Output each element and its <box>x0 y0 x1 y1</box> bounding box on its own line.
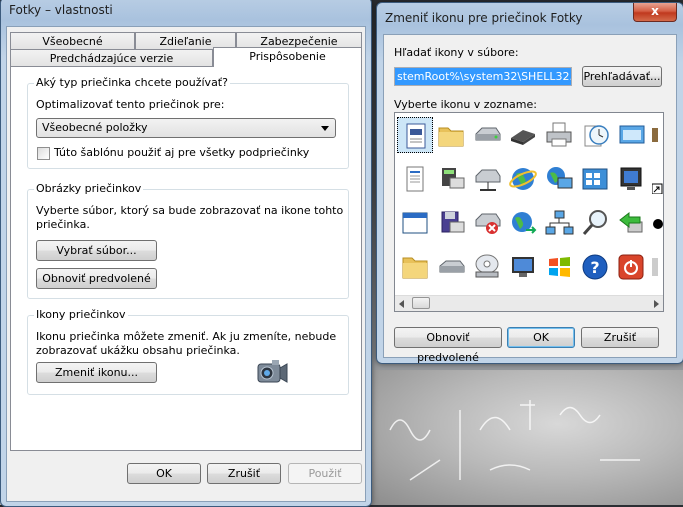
help-icon[interactable]: ? <box>577 249 613 285</box>
folder-icons-group: Ikony priečinkov Ikonu priečinka môžete … <box>27 308 349 395</box>
optimize-for-combo[interactable]: Všeobecné položky <box>36 118 336 138</box>
restore-default-icon-button[interactable]: Obnoviť predvolené <box>394 327 502 364</box>
clock-document-icon[interactable] <box>577 117 613 153</box>
search-icons-label: Hľadať ikony v súbore: <box>394 46 519 59</box>
globe-arrow-icon[interactable] <box>505 205 541 241</box>
drive-icon[interactable] <box>469 117 505 153</box>
close-button[interactable]: x <box>633 3 677 22</box>
printer-icon[interactable] <box>541 117 577 153</box>
properties-client-area: Všeobecné Zdieľanie Zabezpečenie Predchá… <box>6 26 366 502</box>
browse-button[interactable]: Prehľadávať... <box>582 66 662 87</box>
cancel-button[interactable]: Zrušiť <box>207 463 281 484</box>
desktop-wallpaper <box>370 370 683 505</box>
shortcut-arrow-icon[interactable] <box>649 161 663 197</box>
properties-titlebar[interactable]: Fotky – vlastnosti <box>1 0 371 22</box>
scroll-right-icon[interactable] <box>654 300 659 308</box>
memory-chip-icon[interactable] <box>505 117 541 153</box>
icon-list-scrollbar[interactable] <box>395 295 663 311</box>
change-icon-title: Zmeniť ikonu pre priečinok Fotky <box>385 11 583 25</box>
folder-pictures-group-title: Obrázky priečinkov <box>34 182 144 195</box>
floppy-icon[interactable] <box>433 205 469 241</box>
icon-cancel-button[interactable]: Zrušiť <box>581 327 659 348</box>
tab-predchadzajuce-verzie[interactable]: Predchádzajúce verzie <box>10 49 213 66</box>
blank-document-icon[interactable] <box>397 117 433 153</box>
tab-prispôsobenie[interactable]: Prispôsobenie <box>213 47 362 67</box>
folder-icons-group-title: Ikony priečinkov <box>34 308 128 321</box>
customize-tab-panel: Aký typ priečinka chcete používať? Optim… <box>10 66 362 451</box>
chevron-down-icon <box>321 126 329 131</box>
select-icon-label: Vyberte ikonu v zozname: <box>394 98 537 111</box>
tab-vseobecne[interactable]: Všeobecné <box>10 32 135 49</box>
network-drive-icon[interactable] <box>433 161 469 197</box>
folder-icon[interactable] <box>397 249 433 285</box>
folder-pictures-group: Obrázky priečinkov Vyberte súbor, ktorý … <box>27 182 349 299</box>
windows-logo-icon[interactable] <box>541 249 577 285</box>
network-icon[interactable] <box>541 205 577 241</box>
icon-file-path-value: stemRoot%\system32\SHELL32.dll <box>395 68 571 85</box>
folder-icon[interactable] <box>433 117 469 153</box>
choose-file-button[interactable]: Vybrať súbor... <box>36 240 157 261</box>
close-icon: x <box>651 4 659 18</box>
control-panel-icon[interactable] <box>577 161 613 197</box>
disk-error-icon[interactable] <box>469 205 505 241</box>
scroll-thumb[interactable] <box>412 297 430 309</box>
folder-pictures-desc-1: Vyberte súbor, ktorý sa bude zobrazovať … <box>36 204 344 217</box>
properties-window-title: Fotky – vlastnosti <box>9 3 113 17</box>
optimize-for-value: Všeobecné položky <box>42 121 148 134</box>
text-document-icon[interactable] <box>397 161 433 197</box>
icon-list[interactable]: ? <box>394 112 664 312</box>
folder-pictures-desc-2: priečinka. <box>36 218 90 231</box>
change-icon-dialog: Zmeniť ikonu pre priečinok Fotky x Hľada… <box>376 2 683 364</box>
partial-icon[interactable] <box>649 117 663 153</box>
change-icon-button[interactable]: Zmeniť ikonu... <box>36 362 157 383</box>
folder-icons-desc-1: Ikonu priečinka môžete zmeniť. Ak ju zme… <box>36 330 337 343</box>
display-icon[interactable] <box>613 161 649 197</box>
svg-text:?: ? <box>590 258 599 277</box>
apply-subfolders-checkbox[interactable] <box>37 147 50 160</box>
icon-ok-button[interactable]: OK <box>507 327 575 348</box>
globe-computer-icon[interactable] <box>541 161 577 197</box>
monitor-icon[interactable] <box>505 249 541 285</box>
globe-icon[interactable] <box>505 161 541 197</box>
magnifier-icon[interactable] <box>577 205 613 241</box>
window-icon[interactable] <box>397 205 433 241</box>
apply-button[interactable]: Použiť <box>288 463 362 484</box>
drive-icon[interactable] <box>433 249 469 285</box>
apply-subfolders-label[interactable]: Túto šablónu použiť aj pre všetky podpri… <box>54 146 309 159</box>
icon-file-path-input[interactable]: stemRoot%\system32\SHELL32.dll <box>394 67 572 86</box>
folder-icons-desc-2: zobrazovať ukážku obsahu priečinka. <box>36 344 240 357</box>
scroll-left-icon[interactable] <box>399 300 404 308</box>
window-settings-icon[interactable] <box>613 117 649 153</box>
ok-button[interactable]: OK <box>127 463 201 484</box>
camcorder-icon <box>256 358 288 391</box>
cd-drive-icon[interactable] <box>469 249 505 285</box>
power-icon[interactable] <box>613 249 649 285</box>
properties-window: Fotky – vlastnosti Všeobecné Zdieľanie Z… <box>0 0 372 507</box>
network-disk-icon[interactable] <box>469 161 505 197</box>
change-icon-client-area: Hľadať ikony v súbore: stemRoot%\system3… <box>383 34 677 364</box>
restore-default-picture-button[interactable]: Obnoviť predvolené <box>36 268 157 289</box>
green-arrow-icon[interactable] <box>613 205 649 241</box>
folder-type-group-title: Aký typ priečinka chcete používať? <box>34 76 230 89</box>
optimize-label: Optimalizovať tento priečinok pre: <box>36 98 225 111</box>
folder-type-group: Aký typ priečinka chcete používať? Optim… <box>27 76 349 169</box>
partial-icon[interactable] <box>649 205 663 241</box>
partial-icon[interactable] <box>649 249 663 285</box>
